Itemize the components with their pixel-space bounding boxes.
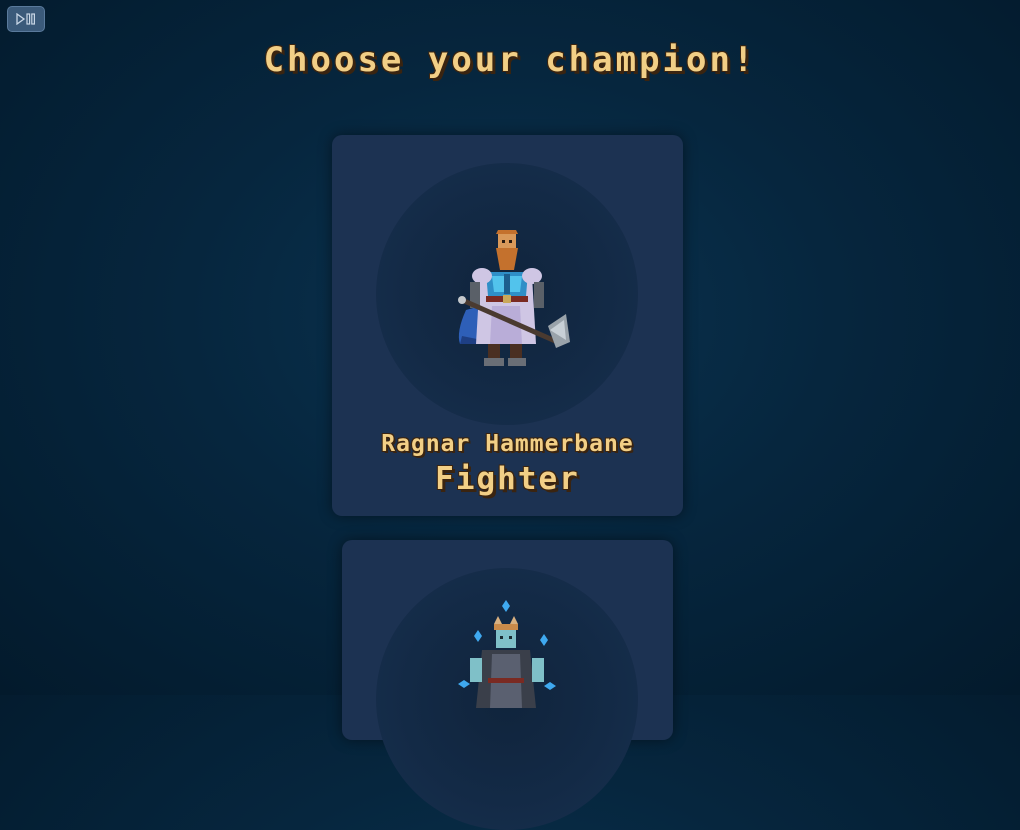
crystal-mage-icon: [458, 600, 556, 708]
play-pause-button[interactable]: [7, 6, 45, 32]
play-pause-icon: [16, 13, 36, 25]
champion-card-fighter[interactable]: Ragnar Hammerbane Fighter: [332, 135, 683, 516]
champion-card-2[interactable]: [342, 540, 673, 830]
champion-name: Ragnar Hammerbane: [381, 431, 634, 457]
dwarf-fighter-icon: [458, 230, 570, 366]
champion-class: Fighter: [435, 461, 580, 497]
page-title: Choose your champion!: [263, 40, 757, 80]
